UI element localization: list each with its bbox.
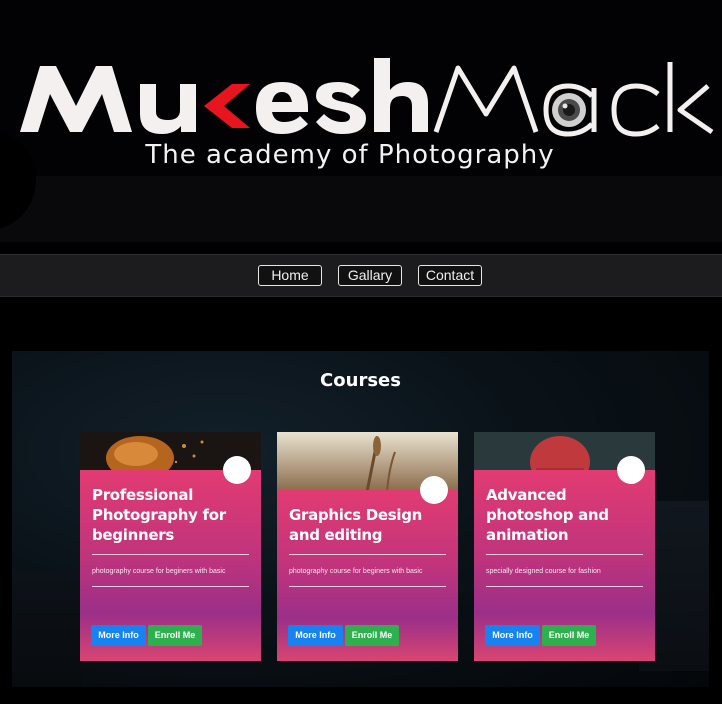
nav-gallary-button[interactable]: Gallary [338,265,402,286]
course-title: Graphics Design and editing [289,506,423,544]
course-card: Graphics Design and editing photography … [277,432,458,661]
course-title: Advanced photoshop and animation [486,486,609,544]
enroll-button[interactable]: Enroll Me [542,625,596,646]
course-description: photography course for beginers with bas… [92,568,226,575]
enroll-button[interactable]: Enroll Me [148,625,202,646]
more-info-button[interactable]: More Info [288,625,343,646]
more-info-button[interactable]: More Info [91,625,146,646]
courses-section: Courses Professional Photography for beg… [12,351,709,687]
site-header: The academy of Photography [0,0,722,244]
logo-tagline: The academy of Photography [145,140,555,170]
course-card: Advanced photoshop and animation special… [474,432,655,661]
card-badge-dot [223,456,251,484]
card-badge-dot [617,456,645,484]
card-divider [486,586,643,587]
card-divider [92,554,249,555]
nav-home-button[interactable]: Home [258,265,322,286]
enroll-button[interactable]: Enroll Me [345,625,399,646]
nav-contact-button[interactable]: Contact [418,265,482,286]
main-navbar: Home Gallary Contact [0,254,722,297]
course-description: specially designed course for fashion [486,568,601,575]
course-card: Professional Photography for beginners p… [80,432,261,661]
more-info-button[interactable]: More Info [485,625,540,646]
card-divider [289,554,446,555]
card-badge-dot [420,476,448,504]
course-description: photography course for beginers with bas… [289,568,423,575]
card-divider [486,554,643,555]
site-logo[interactable]: The academy of Photography [0,0,722,190]
course-title: Professional Photography for beginners [92,486,226,544]
card-divider [92,586,249,587]
courses-heading: Courses [320,370,401,391]
card-divider [289,586,446,587]
background-city-left [12,571,82,687]
logo-wordmark [20,58,714,137]
